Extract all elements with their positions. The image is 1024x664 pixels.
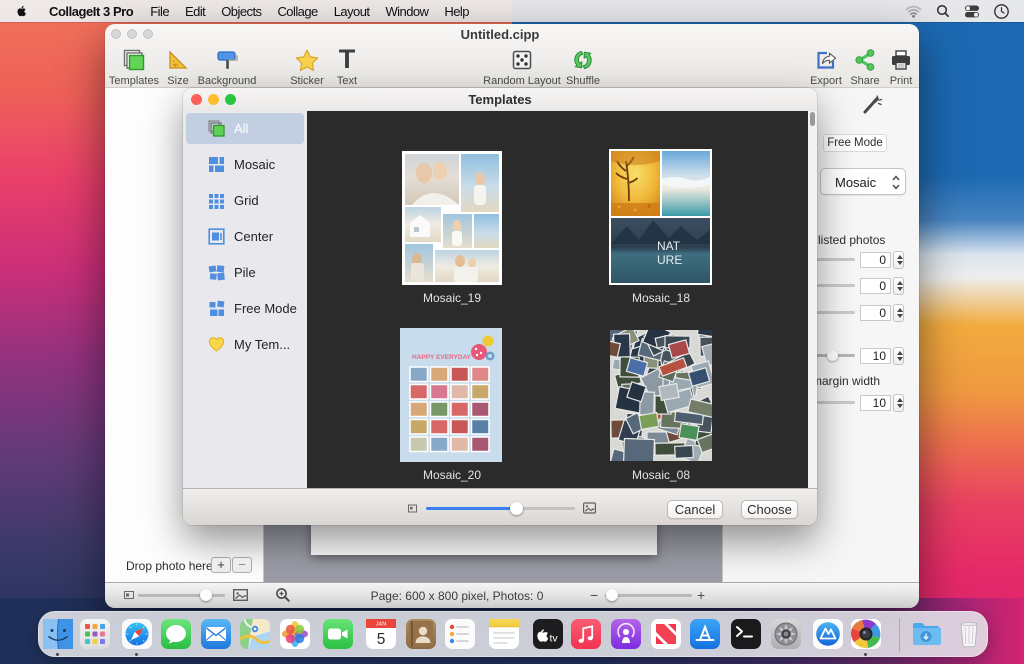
svg-text:HAPPY EVERYDAY: HAPPY EVERYDAY [412, 354, 472, 361]
svg-text:5: 5 [377, 631, 386, 648]
svg-text:JAN: JAN [376, 622, 386, 628]
svg-text:44: 44 [174, 62, 179, 67]
svg-text:URE: URE [657, 253, 682, 267]
svg-text:tv: tv [550, 633, 559, 645]
svg-text:NAT: NAT [657, 239, 681, 253]
